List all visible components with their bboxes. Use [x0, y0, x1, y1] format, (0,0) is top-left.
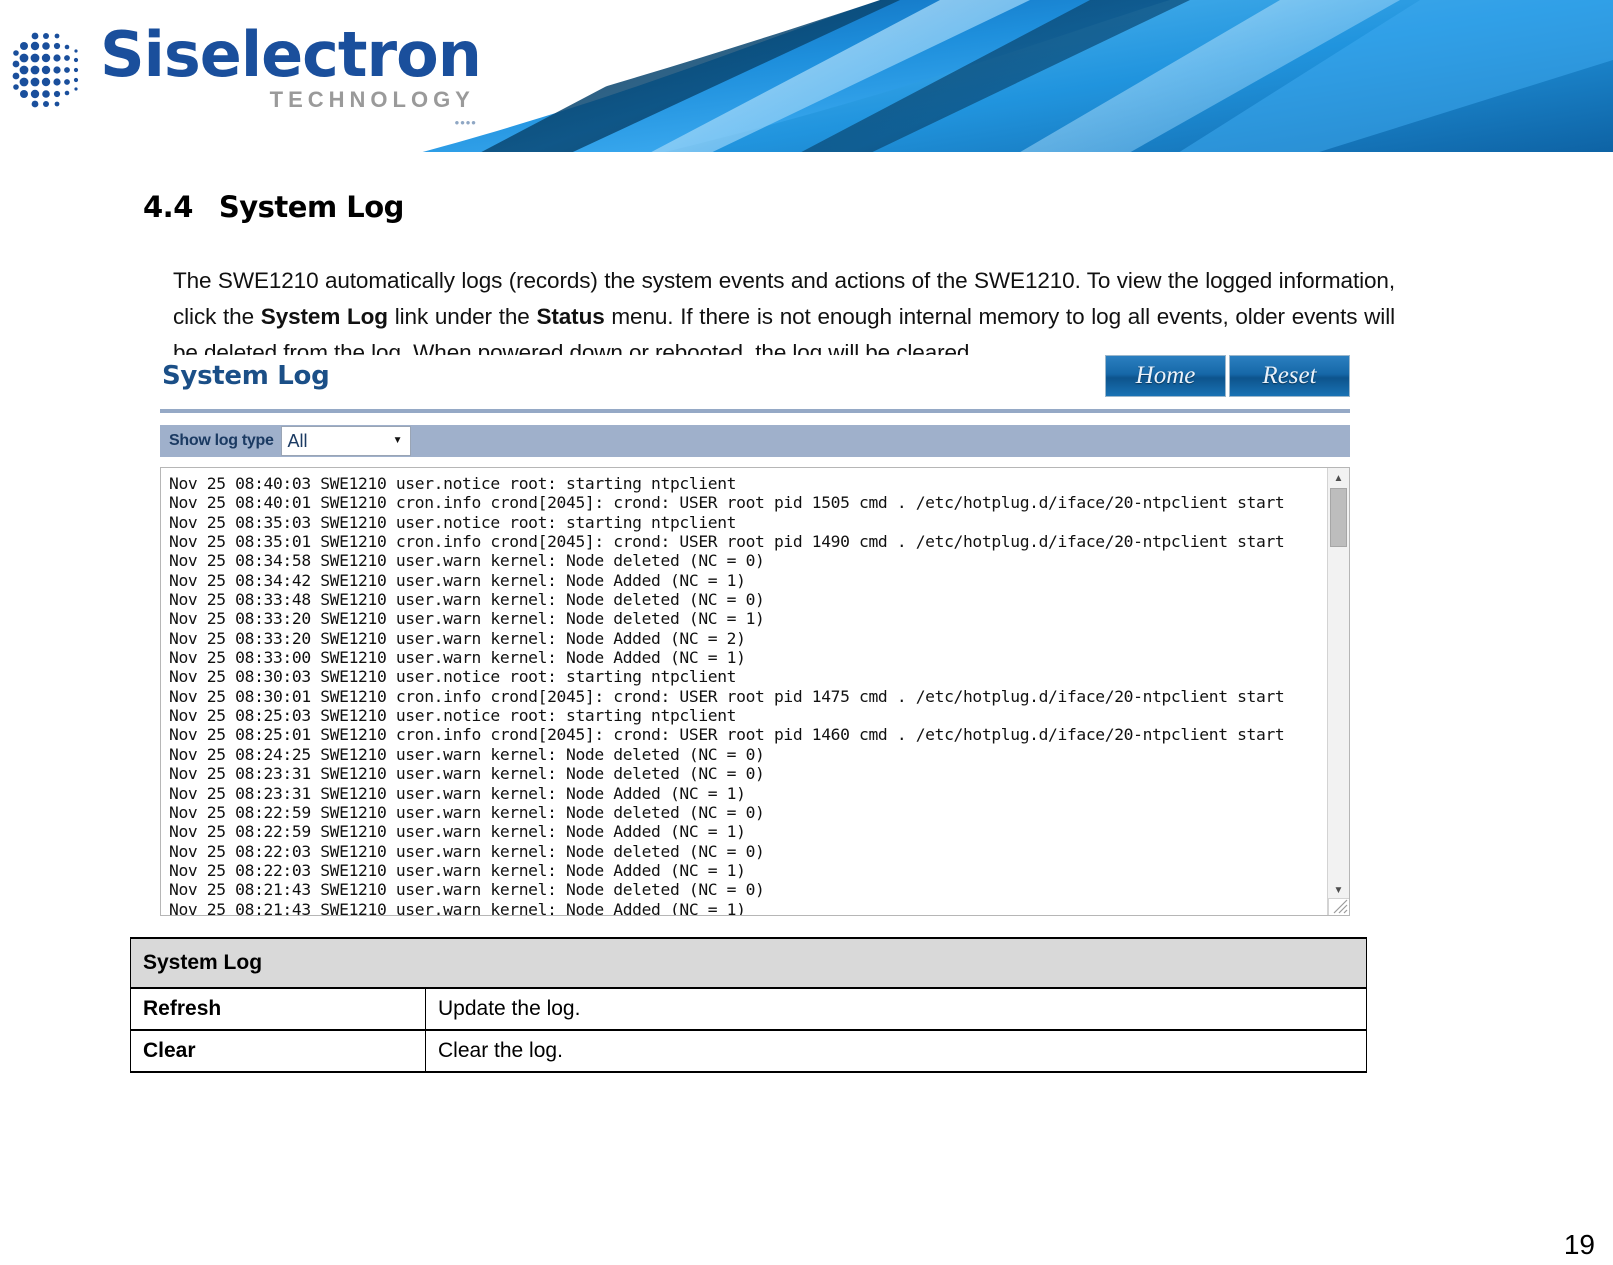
- table-header-row: System Log: [130, 937, 1367, 989]
- home-button[interactable]: Home: [1105, 355, 1226, 397]
- ui-panel-title: System Log: [162, 361, 330, 391]
- log-type-selected-value: All: [287, 430, 308, 451]
- paragraph-part-2: link under the: [387, 303, 537, 329]
- table-row: Refresh Update the log.: [130, 987, 1367, 1031]
- paragraph-bold-system-log: System Log: [260, 303, 388, 329]
- title-divider: [160, 409, 1350, 413]
- brand-name: Siselectron: [100, 18, 482, 91]
- system-log-ui-screenshot: System Log Home Reset Show log type All …: [160, 355, 1350, 916]
- brand-dots: ••••: [454, 114, 477, 130]
- company-logo: Siselectron TECHNOLOGY ••••: [10, 8, 482, 130]
- section-number: 4.4: [143, 190, 193, 224]
- log-vertical-scrollbar[interactable]: ▲ ▼: [1327, 468, 1349, 915]
- table-row: Clear Clear the log.: [130, 1029, 1367, 1073]
- reset-button[interactable]: Reset: [1229, 355, 1350, 397]
- show-log-type-label: Show log type: [169, 432, 274, 449]
- row-label-refresh: Refresh: [130, 987, 426, 1031]
- table-header-label: System Log: [130, 937, 1367, 989]
- page-title: 4.4 System Log: [143, 190, 404, 224]
- log-type-select[interactable]: All ▼: [280, 426, 411, 456]
- chevron-down-icon: ▼: [392, 435, 403, 446]
- page-number: 19: [1563, 1229, 1595, 1260]
- resize-grip-icon[interactable]: [1328, 898, 1349, 915]
- system-log-description-table: System Log Refresh Update the log. Clear…: [130, 937, 1367, 1073]
- globe-icon-svg: [12, 32, 79, 108]
- globe-icon: [10, 20, 96, 120]
- scroll-down-arrow-icon[interactable]: ▼: [1328, 882, 1349, 899]
- section-title: System Log: [218, 190, 405, 224]
- resize-grip-svg: [1333, 899, 1348, 914]
- row-label-clear: Clear: [130, 1029, 426, 1073]
- log-output-text: Nov 25 08:40:03 SWE1210 user.notice root…: [169, 474, 1285, 915]
- paragraph-bold-status: Status: [536, 303, 605, 329]
- scrollbar-thumb[interactable]: [1330, 488, 1347, 547]
- row-desc-refresh: Update the log.: [425, 987, 1367, 1031]
- ui-titlebar: System Log Home Reset: [160, 355, 1350, 407]
- row-desc-clear: Clear the log.: [425, 1029, 1367, 1073]
- scroll-up-arrow-icon[interactable]: ▲: [1328, 470, 1349, 487]
- ui-action-buttons: Home Reset: [1105, 355, 1350, 397]
- page-header-banner: Siselectron TECHNOLOGY ••••: [0, 0, 1613, 158]
- table-body: System Log Refresh Update the log. Clear…: [130, 937, 1367, 1073]
- log-output-box[interactable]: Nov 25 08:40:03 SWE1210 user.notice root…: [160, 467, 1350, 916]
- log-filter-toolbar: Show log type All ▼: [160, 425, 1350, 457]
